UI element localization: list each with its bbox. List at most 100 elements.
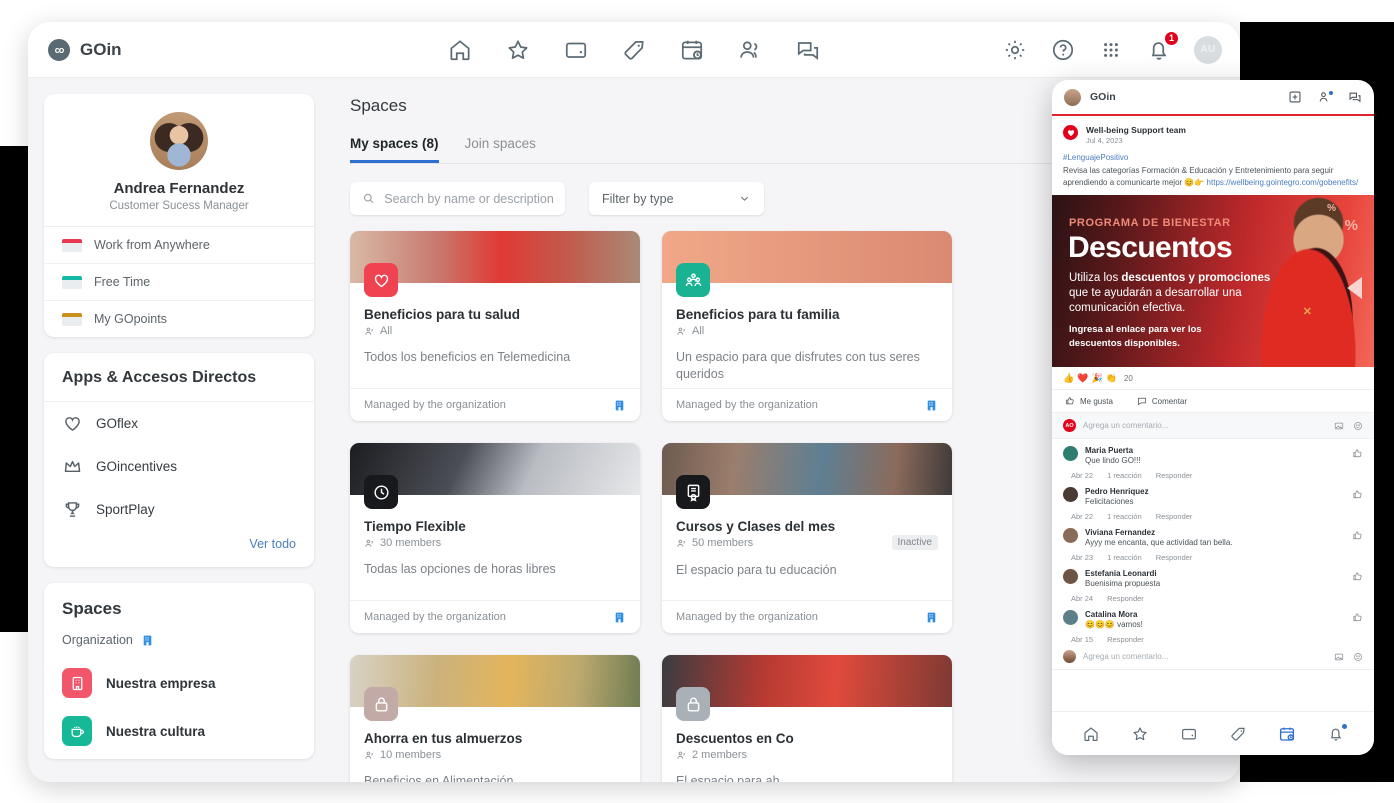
space-card[interactable]: Ahorra en tus almuerzos 10 members Benefic… (350, 655, 640, 782)
avatar (1063, 528, 1078, 544)
home-icon[interactable] (447, 37, 473, 63)
comment-item: Maria Puerta Que lindo GO!!! Abr 22 1 reacc… (1052, 439, 1374, 480)
post-banner-image[interactable]: PROGRAMA DE BIENESTAR Descuentos Utiliza… (1052, 195, 1374, 368)
comment-reply-button[interactable]: Responder (1156, 471, 1193, 480)
gear-icon[interactable] (1002, 37, 1028, 63)
comment-placeholder[interactable]: Agrega un comentario... (1083, 421, 1327, 430)
comment-input-top[interactable]: AO Agrega un comentario... (1052, 413, 1374, 440)
sidebar-item-free-time[interactable]: Free Time (44, 264, 314, 301)
comment-reactions[interactable]: 1 reacción (1107, 553, 1142, 562)
wallet-icon[interactable] (563, 37, 589, 63)
space-card[interactable]: Descuentos en Co 2 members El espacio para… (662, 655, 952, 782)
space-card-banner (350, 443, 640, 509)
image-icon[interactable] (1334, 421, 1344, 431)
sidebar-item-label: GOflex (96, 416, 139, 431)
space-card-title: Ahorra en tus almuerzos (364, 731, 523, 746)
wallet-icon[interactable] (1180, 725, 1198, 743)
mobile-feed[interactable]: Well-being Support team Jul 4, 2023 #Len… (1052, 116, 1374, 711)
comment-reply-button[interactable]: Responder (1156, 512, 1193, 521)
mobile-preview-panel: GOin Well-being Support team Jul 4, 2023… (1052, 80, 1374, 755)
clock-icon (364, 475, 398, 509)
calendar-clock-icon[interactable] (1278, 725, 1296, 743)
help-icon[interactable] (1050, 37, 1076, 63)
thumbs-up-icon[interactable] (1352, 446, 1363, 465)
sidebar-item-nuestra-cultura[interactable]: Nuestra cultura (44, 707, 314, 755)
comment-meta: Abr 22 1 reacción Responder (1071, 512, 1374, 521)
space-card-members: 30 members (364, 537, 466, 549)
tab-join-spaces[interactable]: Join spaces (465, 136, 536, 163)
sidebar-item-nuestra-empresa[interactable]: Nuestra empresa (44, 659, 314, 707)
comment-button[interactable]: Comentar (1137, 396, 1187, 406)
card-stripe-icon (62, 275, 82, 289)
calendar-clock-icon[interactable] (679, 37, 705, 63)
tag-icon[interactable] (621, 37, 647, 63)
banner-sub-bold: descuentos y promociones (1121, 272, 1271, 285)
sidebar-item-work-from-anywhere[interactable]: Work from Anywhere (44, 227, 314, 264)
people-icon[interactable] (737, 37, 763, 63)
image-icon[interactable] (1334, 652, 1344, 662)
space-card[interactable]: Beneficios para tu familia All Un espacio … (662, 231, 952, 421)
tag-icon[interactable] (1229, 725, 1247, 743)
thumbs-up-icon[interactable] (1352, 610, 1363, 629)
emoji-icon[interactable] (1353, 652, 1363, 662)
comment-icon (1137, 398, 1146, 406)
chevron-down-icon (740, 196, 749, 201)
space-card-footer: Managed by the organization (350, 600, 640, 633)
see-all-link[interactable]: Ver todo (249, 537, 296, 551)
user-avatar[interactable]: AU (1194, 35, 1222, 64)
thumbs-up-icon[interactable] (1352, 487, 1363, 506)
notifications-button[interactable]: 1 (1146, 30, 1179, 63)
comment-reply-button[interactable]: Responder (1156, 553, 1193, 562)
filter-by-type-dropdown[interactable]: Filter by type (589, 182, 764, 215)
space-card[interactable]: Cursos y Clases del mes 50 members Inactiv… (662, 443, 952, 633)
sidebar-item-label: SportPlay (96, 502, 155, 517)
avatar (1064, 88, 1081, 106)
comment-date: Abr 24 (1071, 594, 1094, 604)
post-hashtag[interactable]: #LenguajePositivo (1052, 148, 1374, 165)
star-icon[interactable] (505, 37, 531, 63)
sidebar-item-sportplay[interactable]: SportPlay (44, 488, 314, 531)
comment-reply-button[interactable]: Responder (1107, 594, 1144, 603)
comment-input-bottom[interactable]: Agrega un comentario... (1052, 644, 1374, 671)
post-link[interactable]: https://wellbeing.gointegro.com/gobenefi… (1207, 178, 1359, 187)
sidebar-item-goflex[interactable]: GOflex (44, 402, 314, 445)
sidebar-item-my-gopoints[interactable]: My GOpoints (44, 301, 314, 337)
home-icon[interactable] (1082, 725, 1100, 743)
add-box-icon[interactable] (1288, 90, 1302, 104)
space-card-members: All (364, 325, 520, 337)
comment-reply-button[interactable]: Responder (1107, 635, 1144, 644)
like-button[interactable]: Me gusta (1065, 396, 1113, 406)
reactions-row[interactable]: 👍 ❤️ 🎉 👏 20 (1052, 367, 1374, 389)
mobile-notifications-button[interactable] (1327, 722, 1348, 743)
people-add-icon[interactable] (1318, 90, 1333, 104)
comment-date: Abr 22 (1071, 512, 1094, 522)
star-icon[interactable] (1131, 725, 1149, 743)
banner-title: Descuentos (1068, 231, 1233, 265)
status-badge: Inactive (891, 535, 938, 550)
family-icon (676, 263, 710, 297)
thumbs-up-icon[interactable] (1352, 569, 1363, 588)
sidebar-item-goincentives[interactable]: GOincentives (44, 445, 314, 488)
emoji-icon[interactable] (1353, 421, 1363, 431)
search-box[interactable] (350, 182, 565, 215)
comment-placeholder[interactable]: Agrega un comentario... (1083, 652, 1327, 661)
thumbs-up-icon[interactable] (1352, 528, 1363, 547)
mobile-brand-name: GOin (1090, 91, 1116, 103)
tab-my-spaces[interactable]: My spaces (8) (350, 136, 439, 163)
brand-logo[interactable]: co GOin (28, 38, 122, 61)
space-card[interactable]: Beneficios para tu salud All Todos los ben… (350, 231, 640, 421)
apps-grid-icon[interactable] (1098, 37, 1124, 63)
space-card[interactable]: Tiempo Flexible 30 members Todas las opcio… (350, 443, 640, 633)
chat-icon[interactable] (1348, 90, 1362, 104)
comment-reactions[interactable]: 1 reacción (1107, 471, 1142, 480)
avatar (1063, 610, 1078, 626)
search-input[interactable] (384, 191, 553, 206)
comment-reactions[interactable]: 1 reacción (1107, 512, 1142, 521)
reaction-emoji: 🎉 (1091, 373, 1103, 384)
chat-icon[interactable] (795, 37, 821, 63)
avatar (1063, 446, 1078, 462)
organization-row: Organization (44, 629, 314, 659)
top-navigation-bar: co GOin 1 AU (28, 22, 1240, 78)
profile-role: Customer Sucess Manager (109, 200, 249, 212)
comment-row: Estefania Leonardi Buenisima propuesta (1052, 562, 1374, 590)
